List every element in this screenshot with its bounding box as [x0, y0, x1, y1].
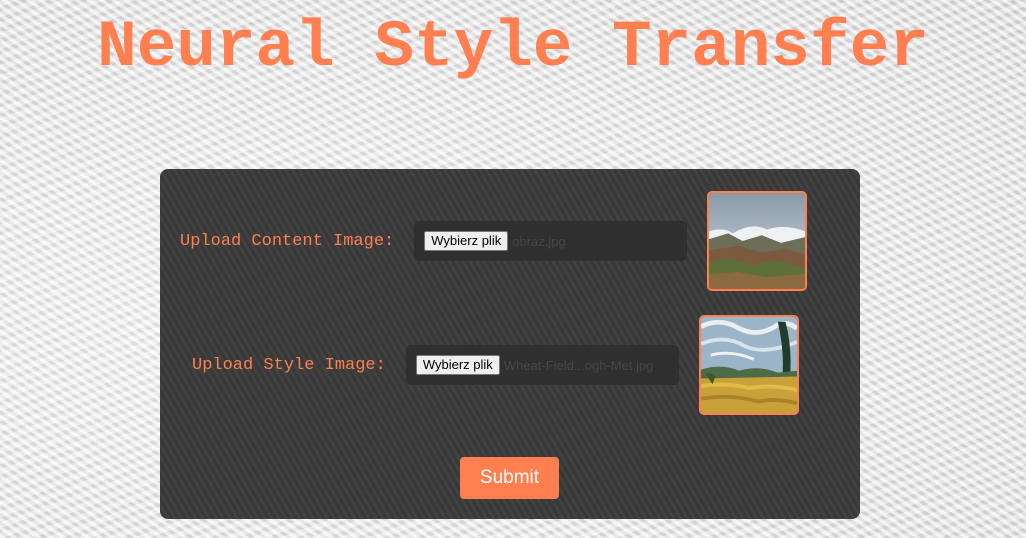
content-file-input[interactable]: Wybierz plik obraz.jpg: [414, 221, 688, 261]
content-upload-label: Upload Content Image:: [180, 231, 395, 251]
style-image-preview: [698, 315, 799, 415]
upload-form: Upload Content Image: Wybierz plik obraz…: [160, 169, 860, 519]
style-upload-label: Upload Style Image:: [192, 355, 386, 375]
content-file-name: obraz.jpg: [512, 233, 566, 249]
content-image-preview: [707, 191, 808, 291]
content-upload-row: Upload Content Image: Wybierz plik obraz…: [180, 189, 808, 293]
style-file-input[interactable]: Wybierz plik Wheat-Field...ogh-Met.jpg: [405, 345, 679, 385]
page-title: Neural Style Transfer: [97, 10, 929, 85]
style-upload-row: Upload Style Image: Wybierz plik Wheat-F…: [192, 313, 799, 417]
style-file-name: Wheat-Field...ogh-Met.jpg: [503, 357, 654, 373]
submit-button[interactable]: Submit: [460, 457, 559, 499]
content-choose-file-button[interactable]: Wybierz plik: [424, 231, 509, 251]
wheat-field-painting-image: [700, 317, 797, 413]
mountain-landscape-image: [709, 193, 806, 289]
style-choose-file-button[interactable]: Wybierz plik: [415, 355, 500, 375]
